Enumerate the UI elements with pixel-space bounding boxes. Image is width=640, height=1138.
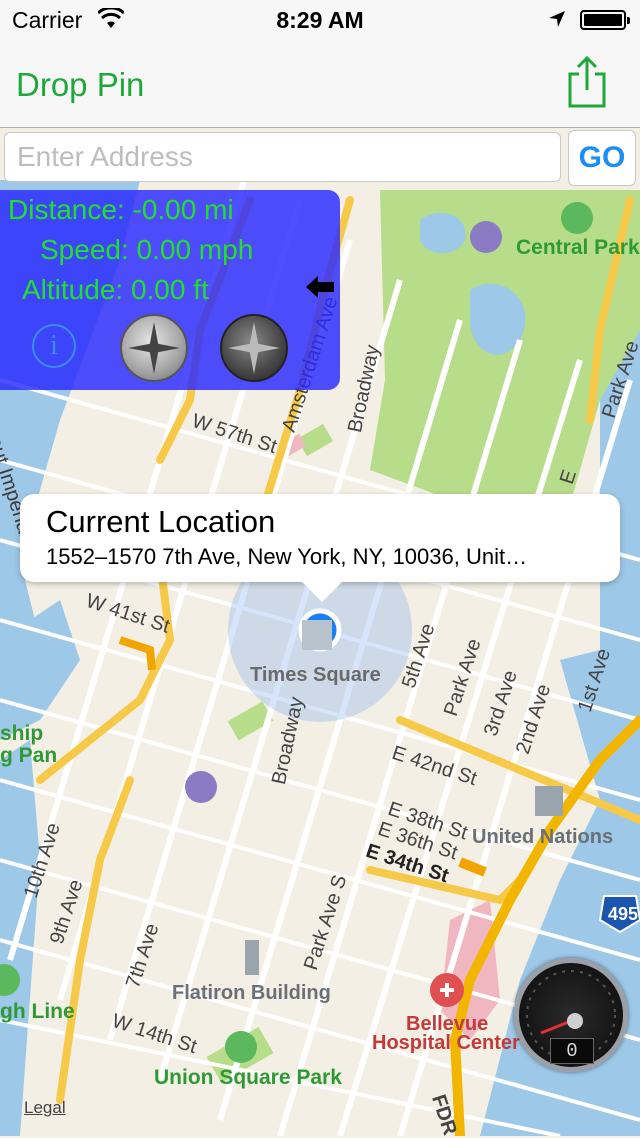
callout-title: Current Location	[46, 504, 276, 539]
building-icon	[535, 786, 563, 816]
clock-label: 8:29 AM	[276, 7, 364, 33]
battery-icon	[580, 10, 630, 30]
callout-address: 1552–1570 7th Ave, New York, NY, 10036, …	[46, 544, 528, 569]
map-label-hospital-center[interactable]: Hospital Center	[372, 1032, 520, 1054]
train-icon	[185, 771, 217, 803]
park-icon	[561, 202, 593, 234]
map-label-pan[interactable]: g Pan	[0, 744, 57, 768]
address-input[interactable]	[4, 132, 561, 182]
park-icon	[225, 1031, 257, 1063]
go-button[interactable]: GO	[568, 130, 636, 186]
map-label-central-park[interactable]: Central Park	[516, 236, 640, 260]
drop-pin-button[interactable]: Drop Pin	[16, 66, 144, 104]
altitude-label: Altitude: 0.00 ft	[22, 274, 209, 305]
train-icon	[470, 221, 502, 253]
map-label-times-square[interactable]: Times Square	[250, 664, 381, 687]
share-icon[interactable]	[566, 54, 608, 115]
info-icon[interactable]: i	[32, 324, 76, 368]
location-arrow-icon	[548, 10, 566, 33]
map-label-flatiron[interactable]: Flatiron Building	[172, 982, 331, 1005]
building-icon	[245, 940, 259, 975]
map-label-united-nations[interactable]: United Nations	[472, 826, 613, 849]
compass-icon[interactable]	[120, 314, 188, 382]
speed-readout: 0	[550, 1038, 594, 1064]
compass-icon[interactable]	[220, 314, 288, 382]
building-icon	[302, 620, 332, 650]
legal-link[interactable]: Legal	[24, 1098, 66, 1118]
arrow-left-icon[interactable]	[306, 276, 334, 303]
stats-panel: Distance: -0.00 mi Speed: 0.00 mph Altit…	[0, 190, 340, 390]
map-label-high-line[interactable]: gh Line	[0, 1000, 75, 1024]
navigation-bar: Drop Pin	[0, 40, 640, 128]
distance-label: Distance: -0.00 mi	[8, 194, 234, 225]
speed-label: Speed: 0.00 mph	[40, 234, 254, 265]
callout-tail	[300, 580, 344, 602]
location-callout[interactable]: Current Location 1552–1570 7th Ave, New …	[20, 494, 620, 602]
search-bar: GO	[0, 128, 640, 188]
status-bar: Carrier 8:29 AM	[0, 0, 640, 40]
map-label-ship[interactable]: ship	[0, 722, 43, 746]
map-label-union-square[interactable]: Union Square Park	[154, 1066, 342, 1090]
map-label-495: 495	[608, 904, 639, 924]
